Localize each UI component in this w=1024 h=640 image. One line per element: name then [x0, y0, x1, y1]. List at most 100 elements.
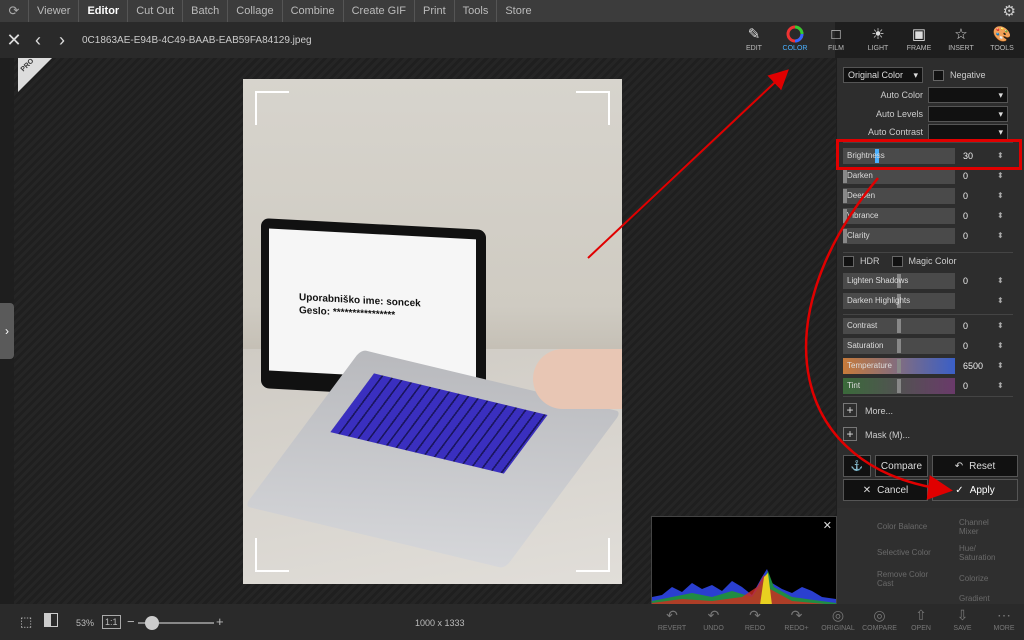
grid-select-icon[interactable]: ⬚	[20, 614, 32, 630]
slider-value-field[interactable]	[961, 293, 997, 309]
action-redo[interactable]: ↷ REDO	[735, 607, 775, 632]
slider-value-field[interactable]: 6500	[961, 358, 997, 374]
gear-icon[interactable]: ⚙	[1003, 2, 1016, 20]
slider-tint[interactable]: Tint	[843, 378, 955, 394]
stepper-icon[interactable]: ⬍	[997, 338, 1007, 354]
hdr-checkbox[interactable]	[843, 255, 854, 267]
chevron-right-icon[interactable]: ›	[0, 303, 14, 359]
apply-button[interactable]: ✓ Apply	[932, 479, 1018, 501]
slider-value-field[interactable]: 0	[961, 338, 997, 354]
action-compare[interactable]: ◎ COMPARE	[860, 607, 900, 632]
compare-button[interactable]: Compare	[875, 455, 928, 477]
slider-vibrance[interactable]: Vibrance	[843, 208, 955, 224]
menu-print[interactable]: Print	[414, 0, 454, 22]
menu-batch[interactable]: Batch	[182, 0, 227, 22]
effect-hue-saturation[interactable]: Hue/ Saturation	[959, 544, 1009, 562]
slider-clarity[interactable]: Clarity	[843, 228, 955, 244]
tool-frame[interactable]: ▣ FRAME	[897, 25, 941, 59]
zoom-slider-knob[interactable]	[145, 616, 159, 630]
magic-color-checkbox[interactable]	[891, 255, 903, 267]
action-original[interactable]: ◎ ORIGINAL	[818, 607, 858, 632]
effect-channel-mixer[interactable]: Channel Mixer	[959, 518, 1009, 536]
zoom-out-icon[interactable]: −	[127, 614, 135, 629]
slider-knob[interactable]	[897, 339, 901, 353]
menu-tools[interactable]: Tools	[453, 0, 497, 22]
auto-levels-select[interactable]: ▾	[928, 106, 1008, 122]
slider-value-field[interactable]: 0	[961, 208, 997, 224]
slider-knob[interactable]	[897, 359, 901, 373]
effect-gradient[interactable]: Gradient	[959, 594, 990, 603]
mask-button[interactable]: +	[843, 427, 857, 441]
slider-value-field[interactable]: 0	[961, 378, 997, 394]
tool-insert[interactable]: ☆ INSERT	[939, 25, 983, 59]
tool-film[interactable]: □ FILM	[814, 25, 858, 59]
tool-tools[interactable]: 🎨 TOOLS	[980, 25, 1024, 59]
photo-hand	[533, 349, 622, 409]
slider-knob[interactable]	[897, 319, 901, 333]
auto-contrast-select[interactable]: ▾	[928, 124, 1008, 140]
action-save[interactable]: ⇩ SAVE	[943, 607, 983, 632]
slider-value-field[interactable]: 0	[961, 228, 997, 244]
slider-knob[interactable]	[897, 379, 901, 393]
effect-color-balance[interactable]: Color Balance	[877, 522, 927, 531]
slider-lighten-shadows[interactable]: Lighten Shadows	[843, 273, 955, 289]
more-button[interactable]: +	[843, 403, 857, 417]
tool-color[interactable]: COLOR	[773, 25, 817, 59]
slider-value-field[interactable]: 0	[961, 188, 997, 204]
zoom-in-icon[interactable]: +	[216, 614, 224, 629]
slider-saturation[interactable]: Saturation	[843, 338, 955, 354]
slider-value-field[interactable]: 0	[961, 273, 997, 289]
stepper-icon[interactable]: ⬍	[997, 318, 1007, 334]
menu-viewer[interactable]: Viewer	[28, 0, 78, 22]
anchor-icon[interactable]: ⚓	[843, 455, 871, 477]
file-name: 0C1863AE-E94B-4C49-BAAB-EAB59FA84129.jpe…	[82, 34, 312, 46]
effect-remove-color-cast[interactable]: Remove Color Cast	[877, 570, 932, 588]
action-redo-plus[interactable]: ↷ REDO+	[777, 607, 817, 632]
action-revert[interactable]: ↶ REVERT	[652, 607, 692, 632]
photo[interactable]: Uporabniško ime: soncek Geslo: *********…	[243, 79, 622, 584]
action-label: REVERT	[657, 625, 687, 632]
slider-temperature[interactable]: Temperature	[843, 358, 955, 374]
chevron-right-icon[interactable]: ›	[52, 30, 72, 51]
actual-size-button[interactable]: 1:1	[102, 615, 121, 629]
tool-light[interactable]: ☀ LIGHT	[856, 25, 900, 59]
auto-color-select[interactable]: ▾	[928, 87, 1008, 103]
stepper-icon[interactable]: ⬍	[997, 273, 1007, 289]
menu-create-gif[interactable]: Create GIF	[342, 0, 414, 22]
slider-value-field[interactable]: 0	[961, 168, 997, 184]
slider-darken[interactable]: Darken	[843, 168, 955, 184]
stepper-icon[interactable]: ⬍	[997, 378, 1007, 394]
action-more[interactable]: ⋯ MORE	[984, 607, 1024, 632]
slider-value-field[interactable]: 0	[961, 318, 997, 334]
stepper-icon[interactable]: ⬍	[997, 168, 1007, 184]
action-undo[interactable]: ↶ UNDO	[694, 607, 734, 632]
action-open[interactable]: ⇧ OPEN	[901, 607, 941, 632]
stepper-icon[interactable]: ⬍	[997, 293, 1007, 309]
stepper-icon[interactable]: ⬍	[997, 358, 1007, 374]
app-logo-icon[interactable]: ⟳	[0, 0, 28, 22]
menu-collage[interactable]: Collage	[227, 0, 281, 22]
split-view-icon[interactable]	[44, 613, 58, 627]
slider-darken-highlights[interactable]: Darken Highlights	[843, 293, 955, 309]
slider-deepen[interactable]: Deepen	[843, 188, 955, 204]
menu-cut-out[interactable]: Cut Out	[127, 0, 182, 22]
menu-editor[interactable]: Editor	[78, 0, 127, 22]
menu-combine[interactable]: Combine	[281, 0, 343, 22]
chevron-left-icon[interactable]: ‹	[28, 30, 48, 51]
reset-button[interactable]: ↶ Reset	[932, 455, 1018, 477]
stepper-icon[interactable]: ⬍	[997, 188, 1007, 204]
negative-checkbox[interactable]	[933, 69, 944, 81]
menu-bar: ⟳ Viewer Editor Cut Out Batch Collage Co…	[0, 0, 1024, 22]
menu-store[interactable]: Store	[496, 0, 539, 22]
stepper-icon[interactable]: ⬍	[997, 228, 1007, 244]
effect-colorize[interactable]: Colorize	[959, 574, 988, 583]
chevron-down-icon: ▾	[913, 69, 918, 80]
tool-edit[interactable]: ✎ EDIT	[732, 25, 776, 59]
close-icon[interactable]: ✕	[823, 519, 832, 532]
cancel-button[interactable]: ✕ Cancel	[843, 479, 928, 501]
stepper-icon[interactable]: ⬍	[997, 208, 1007, 224]
slider-contrast[interactable]: Contrast	[843, 318, 955, 334]
effect-selective-color[interactable]: Selective Color	[877, 548, 931, 557]
close-icon[interactable]: ✕	[4, 30, 24, 51]
color-mode-select[interactable]: Original Color ▾	[843, 67, 923, 83]
